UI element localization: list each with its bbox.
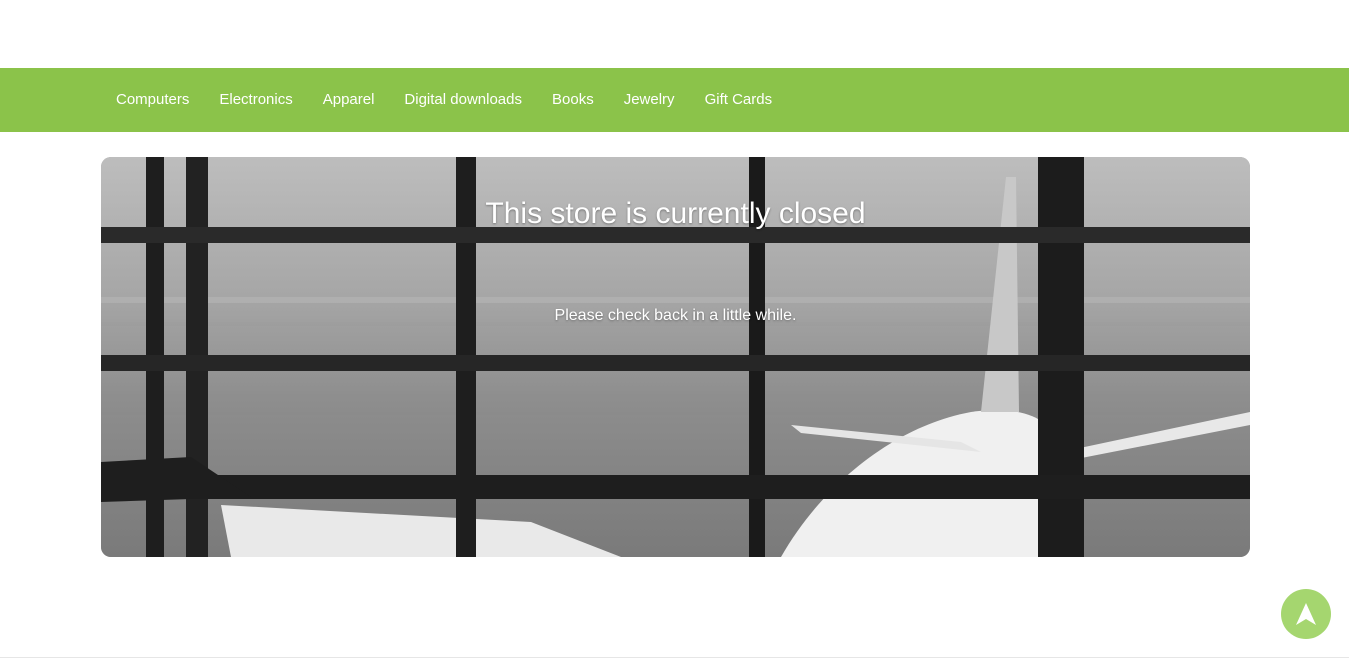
menu-item-electronics: Electronics [204, 68, 307, 132]
menu-link-electronics[interactable]: Electronics [204, 68, 307, 132]
category-menu-bar: Computers Electronics Apparel Digital do… [0, 68, 1349, 132]
menu-link-digital-downloads[interactable]: Digital downloads [389, 68, 537, 132]
menu-item-jewelry: Jewelry [609, 68, 690, 132]
store-closed-banner: This store is currently closed Please ch… [101, 157, 1250, 557]
store-closed-message: Please check back in a little while. [554, 307, 797, 324]
category-menu: Computers Electronics Apparel Digital do… [0, 68, 1349, 132]
menu-link-gift-cards[interactable]: Gift Cards [690, 68, 788, 132]
arrow-up-icon [1296, 603, 1316, 625]
menu-item-books: Books [537, 68, 609, 132]
store-closed-title: This store is currently closed [485, 197, 866, 230]
menu-link-books[interactable]: Books [537, 68, 609, 132]
page-header [0, 0, 1349, 68]
menu-item-digital-downloads: Digital downloads [389, 68, 537, 132]
menu-item-computers: Computers [101, 68, 204, 132]
menu-item-gift-cards: Gift Cards [690, 68, 788, 132]
menu-link-computers[interactable]: Computers [101, 68, 204, 132]
menu-item-apparel: Apparel [308, 68, 390, 132]
menu-link-jewelry[interactable]: Jewelry [609, 68, 690, 132]
scroll-to-top-button[interactable] [1281, 589, 1331, 639]
menu-link-apparel[interactable]: Apparel [308, 68, 390, 132]
store-closed-page: Computers Electronics Apparel Digital do… [0, 0, 1349, 658]
